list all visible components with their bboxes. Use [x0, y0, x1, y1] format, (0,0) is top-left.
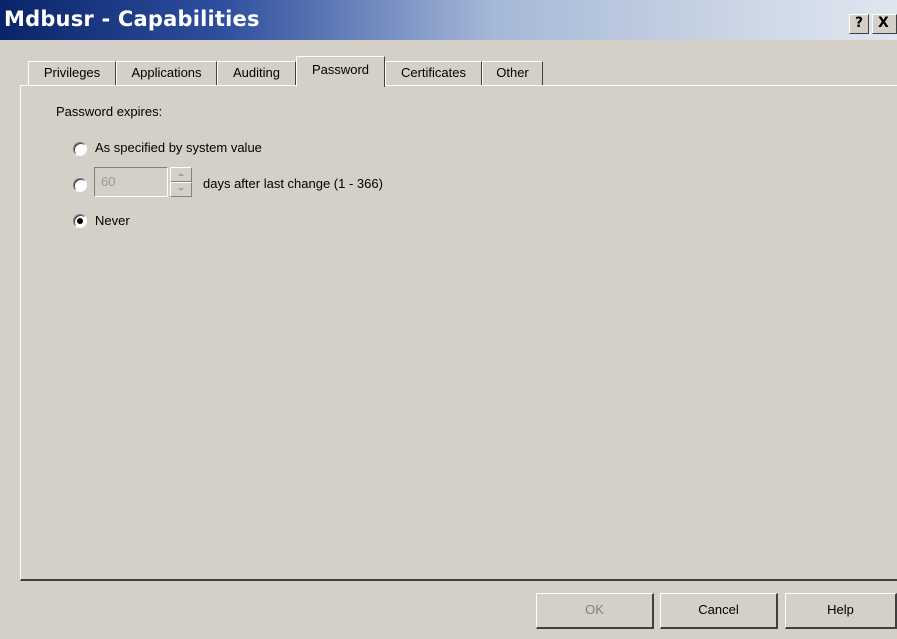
- tab-certificates[interactable]: Certificates: [385, 61, 482, 85]
- tab-strip: Privileges Applications Auditing Passwor…: [0, 52, 897, 87]
- tab-password[interactable]: Password: [296, 56, 385, 87]
- radio-selected-dot: [77, 218, 83, 224]
- radio-never[interactable]: [73, 214, 87, 228]
- radio-never-label[interactable]: Never: [95, 213, 130, 228]
- days-spin-down-button[interactable]: [170, 182, 192, 197]
- help-button[interactable]: Help: [785, 593, 897, 629]
- cancel-button[interactable]: Cancel: [660, 593, 778, 629]
- password-tab-panel: [20, 85, 897, 581]
- tab-applications[interactable]: Applications: [116, 61, 217, 85]
- radio-days-after-change[interactable]: [73, 178, 87, 192]
- chevron-down-icon: [178, 188, 184, 191]
- days-spin-up-button[interactable]: [170, 167, 192, 182]
- radio-system-value[interactable]: [73, 142, 87, 156]
- title-bar[interactable]: Mdbusr - Capabilities ? X: [0, 0, 897, 40]
- close-button[interactable]: X: [872, 14, 897, 34]
- days-input[interactable]: 60: [94, 167, 168, 197]
- chevron-up-icon: [178, 173, 184, 176]
- window-title: Mdbusr - Capabilities: [4, 7, 260, 31]
- ok-button[interactable]: OK: [536, 593, 654, 629]
- radio-system-value-label[interactable]: As specified by system value: [95, 140, 262, 155]
- tab-privileges[interactable]: Privileges: [28, 61, 116, 85]
- tab-auditing[interactable]: Auditing: [217, 61, 296, 85]
- help-title-button[interactable]: ?: [849, 14, 869, 34]
- tab-other[interactable]: Other: [482, 61, 543, 85]
- password-expires-label: Password expires:: [56, 104, 163, 119]
- days-after-change-label: days after last change (1 - 366): [203, 176, 383, 191]
